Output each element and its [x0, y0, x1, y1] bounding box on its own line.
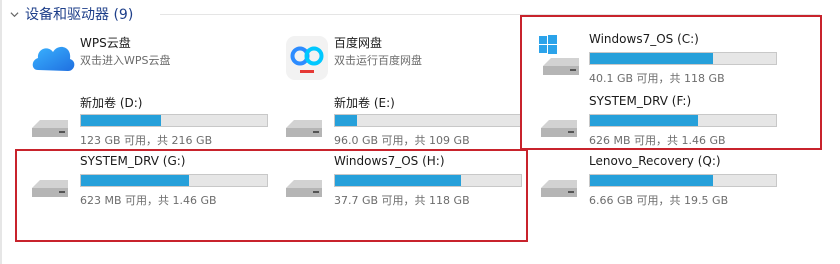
usage-bar — [589, 174, 777, 187]
drive-capacity: 96.0 GB 可用，共 109 GB — [334, 134, 470, 147]
highlight-box-top-right — [520, 15, 822, 150]
usage-bar — [334, 114, 522, 127]
drive-icon — [541, 180, 577, 197]
cloud-icon — [32, 46, 75, 71]
section-header[interactable]: 设备和驱动器 (9) — [10, 4, 133, 24]
app-name: 百度网盘 — [334, 36, 383, 50]
drive-name: 新加卷 (E:) — [334, 96, 395, 110]
drive-e[interactable]: 新加卷 (E:) 96.0 GB 可用，共 109 GB — [282, 94, 522, 150]
drive-d[interactable]: 新加卷 (D:) 123 GB 可用，共 216 GB — [28, 94, 268, 150]
app-baidu-netdisk[interactable]: 百度网盘 双击运行百度网盘 — [282, 34, 522, 90]
usage-fill — [335, 115, 358, 126]
drive-capacity: 123 GB 可用，共 216 GB — [80, 134, 213, 147]
left-panel-edge — [0, 0, 2, 264]
usage-fill — [81, 115, 161, 126]
highlight-box-bottom-left — [15, 149, 528, 242]
app-name: WPS云盘 — [80, 36, 131, 50]
app-description: 双击运行百度网盘 — [334, 54, 422, 67]
drive-capacity: 6.66 GB 可用，共 19.5 GB — [589, 194, 729, 207]
usage-bar — [80, 114, 268, 127]
drive-name: 新加卷 (D:) — [80, 96, 143, 110]
drive-q[interactable]: Lenovo_Recovery (Q:) 6.66 GB 可用，共 19.5 G… — [537, 154, 777, 210]
app-description: 双击进入WPS云盘 — [80, 54, 171, 67]
drive-name: Lenovo_Recovery (Q:) — [589, 154, 721, 168]
chevron-down-icon[interactable] — [10, 10, 19, 19]
section-title: 设备和驱动器 (9) — [25, 7, 134, 23]
drive-icon — [32, 120, 68, 137]
baidu-netdisk-icon — [286, 36, 328, 80]
usage-fill — [590, 175, 713, 186]
drive-icon — [286, 120, 322, 137]
app-wps-cloud[interactable]: WPS云盘 双击进入WPS云盘 — [28, 34, 268, 90]
